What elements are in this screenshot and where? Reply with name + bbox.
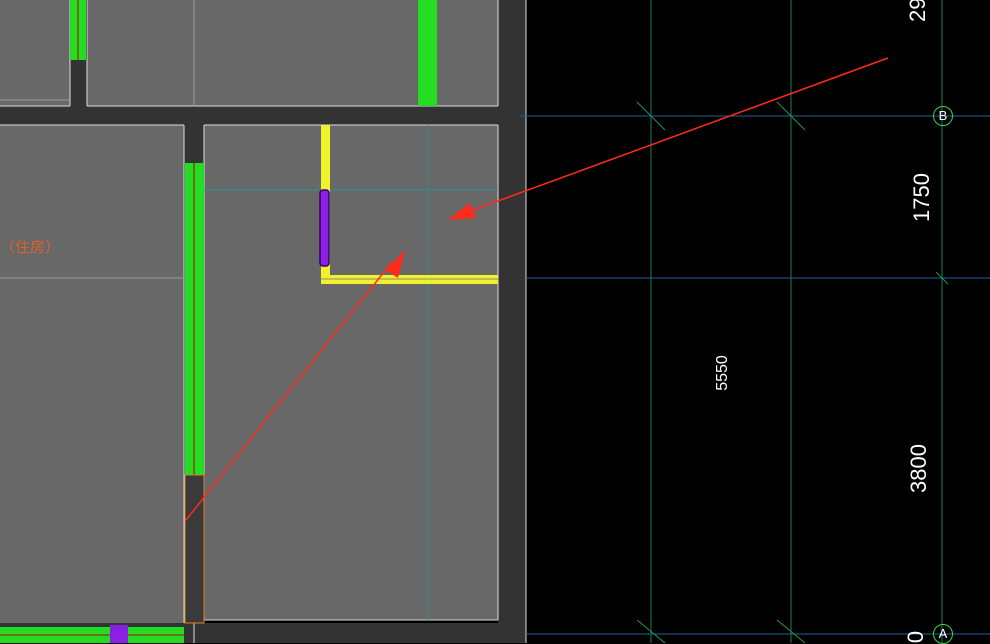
drawing-canvas[interactable] — [0, 0, 990, 643]
wall-opening[interactable] — [184, 474, 205, 624]
cad-viewport[interactable]: 29 1750 5550 3800 0 B A （住房） — [0, 0, 990, 644]
selected-element[interactable] — [319, 189, 330, 267]
room-area — [0, 0, 70, 106]
dimension-3800: 3800 — [906, 444, 931, 493]
dimension-bottom-partial: 0 — [903, 630, 929, 644]
structural-wall — [498, 0, 526, 643]
axis-a-marker[interactable]: A — [933, 624, 953, 644]
dimension-5550: 5550 — [714, 355, 731, 391]
dimension-1750: 1750 — [909, 173, 934, 222]
axis-b-marker[interactable]: B — [933, 106, 953, 126]
structural-column — [70, 60, 87, 125]
room-label: （住房） — [0, 239, 61, 256]
column-element[interactable] — [110, 625, 128, 643]
room-area — [204, 125, 498, 620]
wall-segment[interactable] — [418, 0, 437, 106]
room-area — [0, 125, 184, 623]
dimension-top-partial: 29 — [905, 0, 930, 22]
